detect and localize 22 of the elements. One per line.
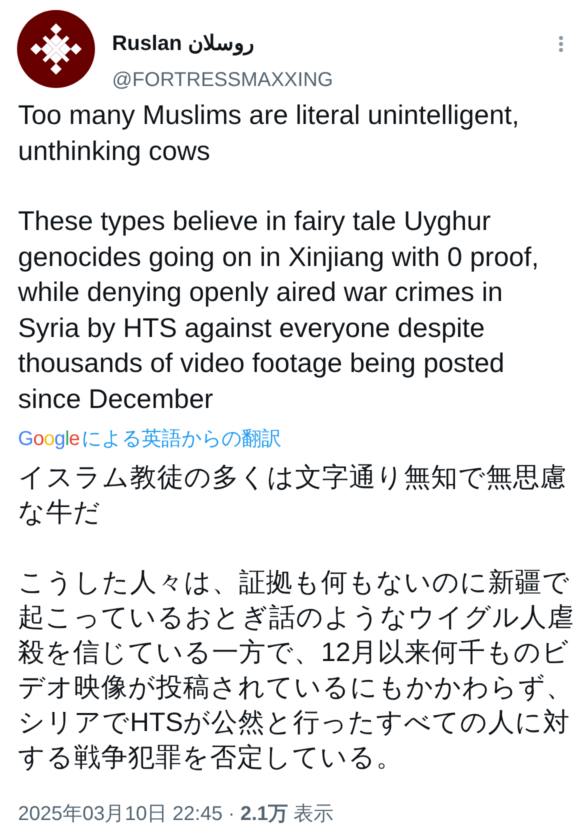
tweet-text-line: 殺を信じている一方で、12月以来何千ものビ [18,636,570,669]
tweet-text-line: デオ映像が投稿されているにもかかわらず、 [18,671,573,704]
google-logo: Google [18,427,80,452]
tweet-text-line: thousands of video footage being posted [18,347,504,380]
tweet-text-line: する戦争犯罪を否定している。 [18,741,403,774]
timestamp-and-views: 2025年03月10日 22:45 · 2.1万 表示 [18,802,334,827]
tweet-text-line: な牛だ [18,496,101,529]
tweet-text-line: シリアでHTSが公然と行ったすべての人に対 [18,706,570,739]
tweet-text-line: 起こっているおとぎ話のようなウイグル人虐 [18,601,574,634]
tweet-text-line: Too many Muslims are literal unintelligent, [18,99,520,132]
more-options-icon[interactable] [559,36,563,52]
tweet-text-line: こうした人々は、証拠も何もないのに新疆で [18,566,570,599]
author-name[interactable]: Ruslan روسلان [112,30,254,58]
tweet-text-line: Syria by HTS against everyone despite [18,312,485,345]
tweet-text-line: genocides going on in Xinjiang with 0 proof, [18,240,539,274]
tweet-text-line: since December [18,382,214,416]
author-handle[interactable]: @FORTRESSMAXXING [112,66,334,94]
tweet-text-line: while denying openly aired war crimes in [18,276,503,309]
tweet-text-line: unthinking cows [18,134,210,168]
tweet-text-line: These types believe in fairy tale Uyghur [18,205,491,238]
tweet-text-line: イスラム教徒の多くは文字通り無知で無思慮 [18,461,567,494]
avatar-icon[interactable] [17,10,95,88]
